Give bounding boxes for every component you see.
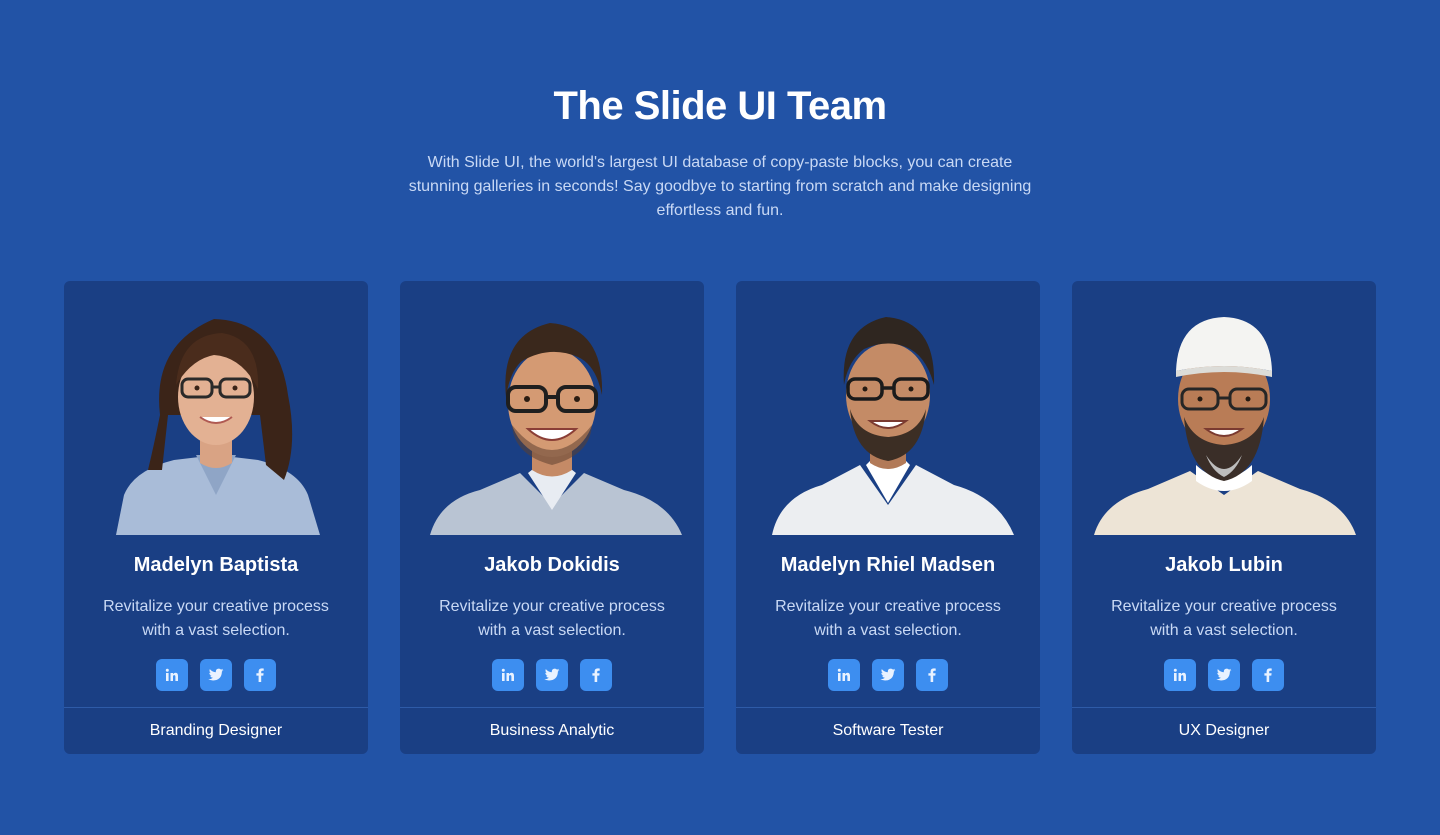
- twitter-button[interactable]: [1208, 659, 1240, 691]
- social-links: [1072, 659, 1376, 691]
- team-cards: Madelyn Baptista Revitalize your creativ…: [64, 281, 1376, 754]
- facebook-icon: [1264, 668, 1272, 682]
- social-links: [64, 659, 368, 691]
- member-description: Revitalize your creative process with a …: [439, 598, 665, 639]
- member-name: Madelyn Baptista: [133, 554, 299, 576]
- member-description: Revitalize your creative process with a …: [775, 598, 1001, 639]
- member-role: Branding Designer: [149, 722, 283, 739]
- twitter-icon: [1216, 668, 1232, 681]
- linkedin-button[interactable]: [156, 659, 188, 691]
- twitter-icon: [544, 668, 560, 681]
- facebook-button[interactable]: [580, 659, 612, 691]
- social-links: [400, 659, 704, 691]
- man-beard-glasses-portrait: [736, 305, 1040, 535]
- twitter-icon: [208, 668, 224, 681]
- team-card: Madelyn Rhiel Madsen Revitalize your cre…: [736, 281, 1040, 754]
- member-role: Business Analytic: [489, 722, 615, 739]
- facebook-icon: [928, 668, 936, 682]
- twitter-button[interactable]: [200, 659, 232, 691]
- team-header: The Slide UI Team With Slide UI, the wor…: [0, 82, 1440, 223]
- linkedin-icon: [501, 668, 514, 681]
- linkedin-icon: [837, 668, 850, 681]
- member-role: UX Designer: [1178, 722, 1270, 739]
- facebook-icon: [256, 668, 264, 682]
- man-glasses-portrait: [400, 305, 704, 535]
- twitter-icon: [880, 668, 896, 681]
- twitter-button[interactable]: [536, 659, 568, 691]
- member-description: Revitalize your creative process with a …: [103, 598, 329, 639]
- facebook-icon: [592, 668, 600, 682]
- linkedin-button[interactable]: [1164, 659, 1196, 691]
- linkedin-icon: [1173, 668, 1186, 681]
- member-name: Jakob Dokidis: [484, 554, 620, 576]
- social-links: [736, 659, 1040, 691]
- linkedin-button[interactable]: [492, 659, 524, 691]
- facebook-button[interactable]: [244, 659, 276, 691]
- twitter-button[interactable]: [872, 659, 904, 691]
- facebook-button[interactable]: [916, 659, 948, 691]
- member-name: Madelyn Rhiel Madsen: [780, 554, 996, 576]
- linkedin-icon: [165, 668, 178, 681]
- page-subtitle: With Slide UI, the world's largest UI da…: [408, 154, 1032, 219]
- woman-glasses-portrait: [64, 305, 368, 535]
- member-name: Jakob Lubin: [1165, 554, 1283, 576]
- man-cap-beard-portrait: [1072, 305, 1376, 535]
- linkedin-button[interactable]: [828, 659, 860, 691]
- facebook-button[interactable]: [1252, 659, 1284, 691]
- member-description: Revitalize your creative process with a …: [1111, 598, 1337, 639]
- team-card: Jakob Dokidis Revitalize your creative p…: [400, 281, 704, 754]
- member-role: Software Tester: [832, 722, 944, 739]
- page-title: The Slide UI Team: [553, 84, 887, 128]
- team-card: Madelyn Baptista Revitalize your creativ…: [64, 281, 368, 754]
- team-card: Jakob Lubin Revitalize your creative pro…: [1072, 281, 1376, 754]
